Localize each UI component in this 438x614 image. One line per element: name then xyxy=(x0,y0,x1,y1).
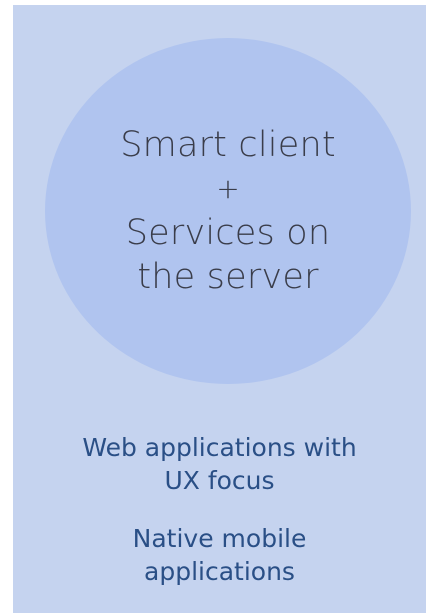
circle-label: Smart client + Services on the server xyxy=(45,38,411,384)
native-mobile-line2: applications xyxy=(144,557,295,586)
circle-plus-sign: + xyxy=(216,172,240,205)
native-mobile-label: Native mobile applications xyxy=(13,522,426,588)
circle-line-the-server: the server xyxy=(137,257,319,297)
web-applications-line1: Web applications with xyxy=(82,433,357,462)
native-mobile-line1: Native mobile xyxy=(132,524,307,553)
circle-line-services-on: Services on xyxy=(125,213,331,253)
circle-line-smart-client: Smart client xyxy=(120,125,336,165)
web-applications-line2: UX focus xyxy=(164,466,275,495)
web-applications-label: Web applications with UX focus xyxy=(13,431,426,497)
